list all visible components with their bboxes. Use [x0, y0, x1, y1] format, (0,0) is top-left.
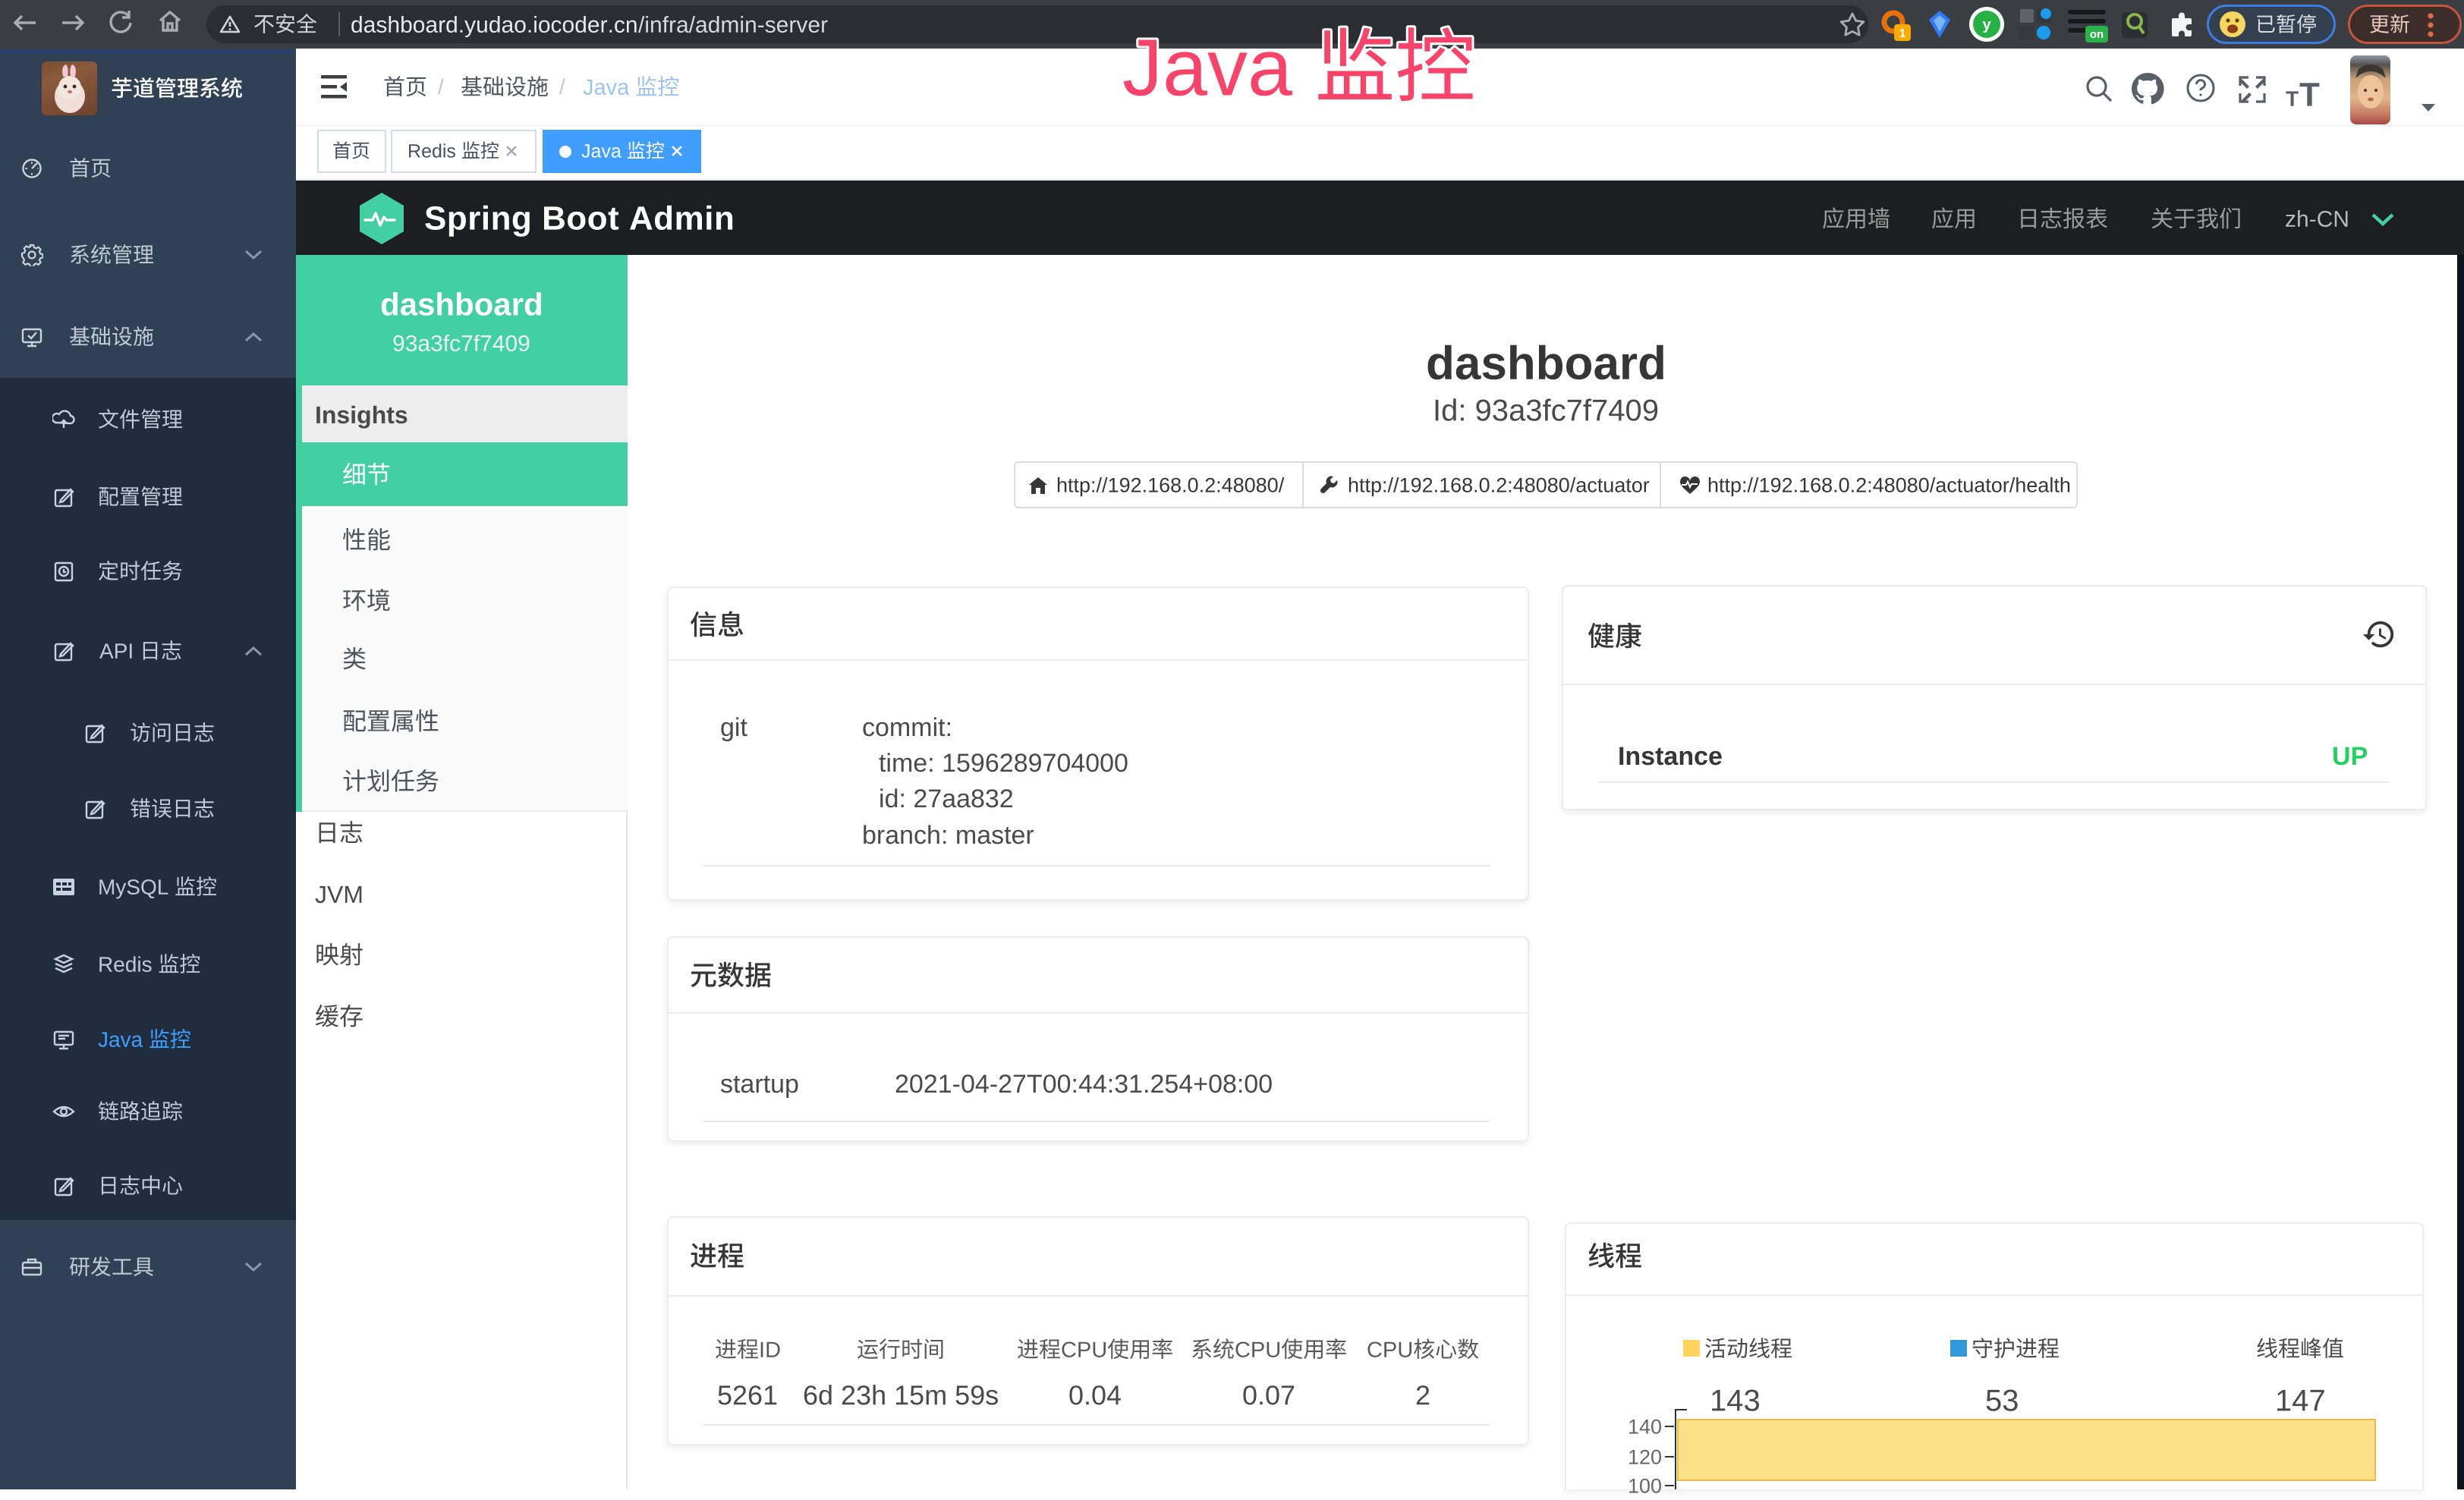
svg-text:1: 1 — [1899, 27, 1906, 40]
svg-text:on: on — [2090, 28, 2104, 41]
svg-text:y: y — [1982, 17, 1991, 33]
